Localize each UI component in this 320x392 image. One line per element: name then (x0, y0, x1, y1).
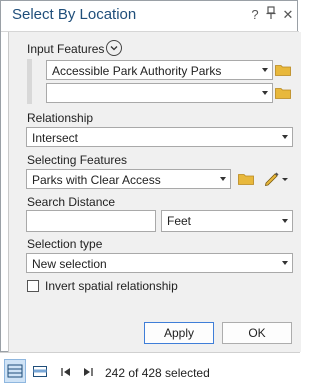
input-features-drag-handle[interactable] (27, 59, 32, 104)
search-distance-input[interactable] (26, 210, 156, 232)
folder-icon[interactable] (238, 173, 254, 185)
chevron-down-icon (220, 177, 226, 181)
pane-title: Select By Location (12, 6, 137, 23)
selecting-features-dropdown[interactable]: Parks with Clear Access (26, 169, 231, 189)
invert-label: Invert spatial relationship (45, 279, 178, 293)
selection-type-value: New selection (32, 257, 107, 271)
show-all-records-button[interactable] (4, 359, 26, 383)
chevron-down-icon (282, 135, 288, 139)
last-record-icon[interactable] (82, 366, 96, 378)
chevron-down-icon (282, 261, 288, 265)
distance-unit-dropdown[interactable]: Feet (161, 210, 293, 232)
attribute-status-bar: 242 of 428 selected (0, 352, 300, 392)
chevron-down-icon (282, 219, 288, 223)
first-record-icon[interactable] (60, 366, 74, 378)
help-icon[interactable]: ? (247, 7, 263, 22)
chevron-down-icon (262, 68, 268, 72)
input-feature-field-1[interactable]: Accessible Park Authority Parks (46, 60, 273, 80)
selecting-features-label: Selecting Features (27, 153, 128, 167)
relationship-label: Relationship (27, 111, 94, 125)
selection-count: 242 of 428 selected (105, 366, 210, 380)
selection-type-dropdown[interactable]: New selection (26, 253, 293, 273)
selection-type-label: Selection type (27, 237, 103, 251)
apply-button[interactable]: Apply (144, 322, 214, 344)
relationship-value: Intersect (32, 131, 79, 145)
tool-parameters-panel: Input Features Accessible Park Authority… (8, 32, 301, 352)
input-feature-value-1: Accessible Park Authority Parks (52, 64, 222, 78)
relationship-dropdown[interactable]: Intersect (26, 127, 293, 147)
pencil-icon[interactable] (263, 170, 289, 187)
pane-titlebar: Select By Location ? ✕ (1, 1, 299, 32)
invert-checkbox[interactable] (27, 280, 39, 292)
select-by-location-pane: Select By Location ? ✕ Input Features Ac… (0, 0, 301, 352)
chevron-down-icon (262, 91, 268, 95)
search-distance-label: Search Distance (27, 195, 116, 209)
close-icon[interactable]: ✕ (280, 7, 296, 23)
ok-button[interactable]: OK (222, 322, 292, 344)
input-feature-field-2[interactable] (46, 83, 273, 103)
distance-unit-value: Feet (167, 214, 192, 228)
folder-icon[interactable] (275, 87, 291, 99)
input-features-label: Input Features (27, 42, 105, 56)
pin-icon[interactable] (263, 6, 279, 23)
selecting-features-value: Parks with Clear Access (32, 173, 161, 187)
folder-icon[interactable] (275, 64, 291, 76)
show-selected-records-icon[interactable] (33, 366, 47, 378)
input-features-expand-icon[interactable] (106, 40, 122, 56)
